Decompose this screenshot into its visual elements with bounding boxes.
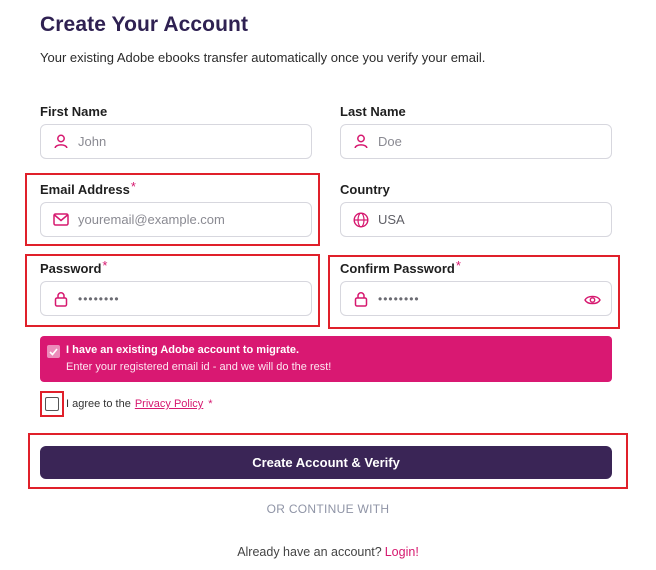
password-value: •••••••• bbox=[78, 291, 120, 306]
first-name-label: First Name bbox=[40, 104, 108, 119]
user-icon bbox=[53, 134, 69, 150]
last-name-field[interactable]: Doe bbox=[340, 124, 612, 159]
login-link[interactable]: Login! bbox=[385, 545, 419, 559]
last-name-label: Last Name bbox=[340, 104, 406, 119]
email-placeholder: youremail@example.com bbox=[78, 212, 225, 227]
country-label: Country bbox=[340, 182, 390, 197]
page-subtitle: Your existing Adobe ebooks transfer auto… bbox=[40, 50, 486, 65]
privacy-policy-checkbox[interactable] bbox=[45, 397, 59, 411]
eye-icon[interactable] bbox=[584, 291, 601, 308]
last-name-placeholder: Doe bbox=[378, 134, 402, 149]
required-mark: * bbox=[130, 179, 136, 194]
migrate-checkbox[interactable] bbox=[47, 345, 60, 358]
first-name-placeholder: John bbox=[78, 134, 107, 149]
mail-icon bbox=[53, 212, 69, 228]
globe-icon bbox=[353, 211, 369, 228]
country-select[interactable]: USA bbox=[340, 202, 612, 237]
first-name-field[interactable]: John bbox=[40, 124, 312, 159]
email-label: Email Address* bbox=[40, 179, 136, 197]
migrate-account-banner[interactable]: I have an existing Adobe account to migr… bbox=[40, 336, 612, 382]
password-label: Password* bbox=[40, 258, 108, 276]
country-value: USA bbox=[378, 212, 405, 227]
login-prompt: Already have an account? Login! bbox=[237, 545, 419, 559]
email-field[interactable]: youremail@example.com bbox=[40, 202, 312, 237]
confirm-password-field[interactable]: •••••••• bbox=[340, 281, 612, 316]
confirm-password-value: •••••••• bbox=[378, 291, 420, 306]
migrate-hint: Enter your registered email id - and we … bbox=[66, 361, 332, 373]
privacy-policy-link[interactable]: Privacy Policy bbox=[135, 398, 203, 410]
page-title: Create Your Account bbox=[40, 13, 249, 36]
create-account-button[interactable]: Create Account & Verify bbox=[40, 446, 612, 479]
lock-icon bbox=[53, 291, 69, 307]
confirm-password-label: Confirm Password* bbox=[340, 258, 461, 276]
password-field[interactable]: •••••••• bbox=[40, 281, 312, 316]
required-mark: * bbox=[208, 398, 213, 410]
required-mark: * bbox=[102, 258, 108, 273]
lock-icon bbox=[353, 291, 369, 307]
privacy-agreement: I agree to the Privacy Policy * bbox=[66, 398, 213, 410]
migrate-title: I have an existing Adobe account to migr… bbox=[66, 344, 300, 356]
user-icon bbox=[353, 134, 369, 150]
required-mark: * bbox=[455, 258, 461, 273]
or-continue-with: OR CONTINUE WITH bbox=[266, 502, 390, 516]
